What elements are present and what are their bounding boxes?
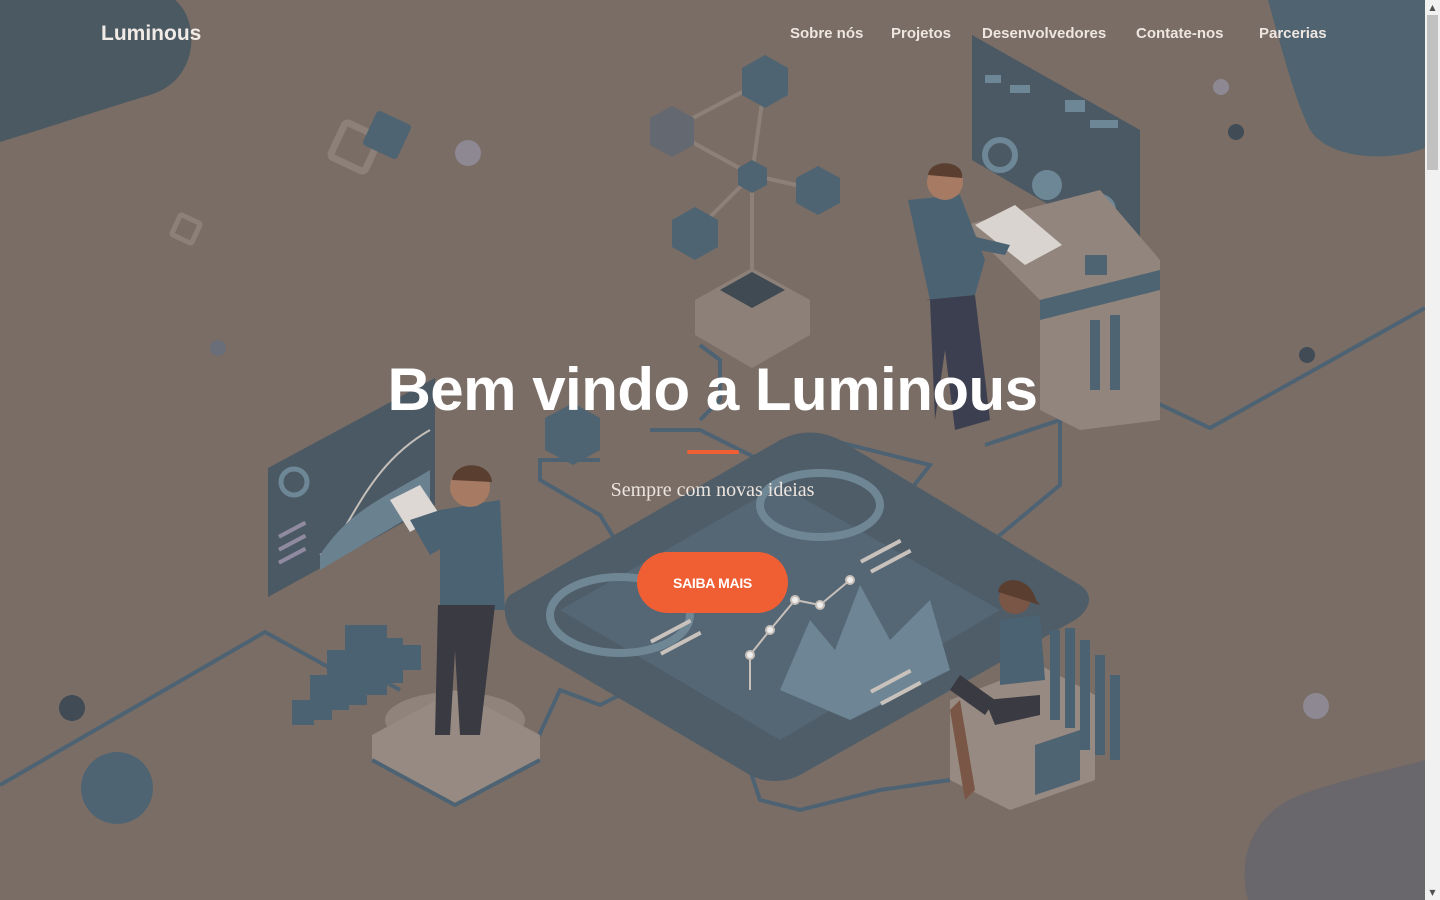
nav-link-desenvolvedores[interactable]: Desenvolvedores (982, 25, 1106, 42)
scrollbar-thumb[interactable] (1427, 15, 1438, 170)
hero-section: Luminous Sobre nós Projetos Desenvolvedo… (0, 0, 1425, 900)
hero-title: Bem vindo a Luminous (387, 356, 1038, 423)
vertical-scrollbar[interactable]: ▲ ▼ (1425, 0, 1440, 900)
nav-link-sobre-nos[interactable]: Sobre nós (790, 25, 863, 42)
cube-network (650, 55, 840, 368)
nav-link-projetos[interactable]: Projetos (891, 25, 951, 42)
scroll-up-arrow-icon[interactable]: ▲ (1425, 0, 1440, 15)
title-divider (687, 450, 739, 454)
scroll-down-arrow-icon[interactable]: ▼ (1425, 885, 1440, 900)
hero-subtitle: Sempre com novas ideias (610, 479, 815, 501)
top-navbar: Luminous Sobre nós Projetos Desenvolvedo… (0, 0, 1425, 70)
saiba-mais-button[interactable]: SAIBA MAIS (637, 552, 788, 613)
corner-blob-bottom-right (1244, 760, 1425, 900)
nav-link-parcerias[interactable]: Parcerias (1259, 25, 1327, 42)
nav-link-contate-nos[interactable]: Contate-nos (1136, 25, 1224, 42)
brand-logo[interactable]: Luminous (101, 22, 201, 46)
